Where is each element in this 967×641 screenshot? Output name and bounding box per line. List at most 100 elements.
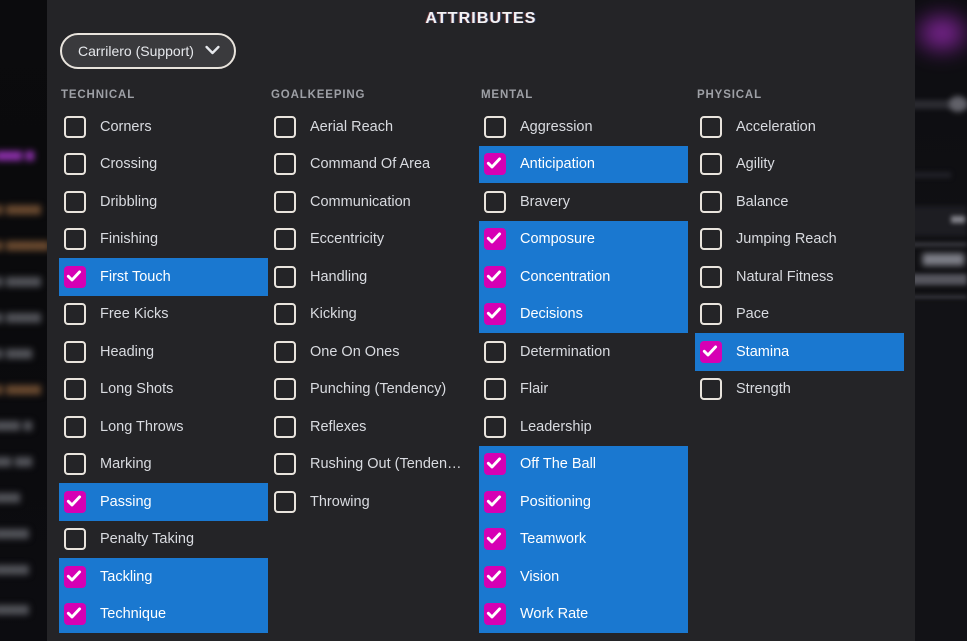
attribute-row[interactable]: Heading (59, 333, 268, 371)
checkbox-unchecked-icon[interactable] (700, 115, 722, 138)
checkbox-unchecked-icon[interactable] (700, 378, 722, 401)
role-dropdown[interactable]: Carrilero (Support) (60, 33, 236, 69)
checkbox-unchecked-icon[interactable] (484, 378, 506, 401)
checkbox-unchecked-icon[interactable] (64, 453, 86, 476)
attribute-row[interactable]: Command Of Area (269, 146, 478, 184)
attribute-row[interactable]: Anticipation (479, 145, 688, 183)
checkbox-unchecked-icon[interactable] (274, 453, 296, 476)
column-header: MENTAL (481, 89, 534, 101)
attribute-row[interactable]: Punching (Tendency) (269, 371, 478, 409)
attribute-row[interactable]: Kicking (269, 296, 478, 334)
background-ghost-bar (915, 300, 967, 641)
attribute-row[interactable]: Jumping Reach (695, 221, 904, 259)
checkbox-checked-icon[interactable] (484, 565, 506, 588)
attribute-row[interactable]: Aerial Reach (269, 108, 478, 146)
attribute-row[interactable]: Tackling (59, 558, 268, 596)
checkbox-checked-icon[interactable] (484, 228, 506, 251)
checkbox-checked-icon[interactable] (700, 340, 722, 363)
attribute-row[interactable]: Passing (59, 483, 268, 521)
checkbox-unchecked-icon[interactable] (64, 340, 86, 363)
checkbox-unchecked-icon[interactable] (274, 115, 296, 138)
checkbox-unchecked-icon[interactable] (64, 190, 86, 213)
checkbox-unchecked-icon[interactable] (274, 303, 296, 326)
checkbox-unchecked-icon[interactable] (64, 528, 86, 551)
attribute-row[interactable]: Composure (479, 220, 688, 258)
checkbox-unchecked-icon[interactable] (274, 153, 296, 176)
attribute-row[interactable]: Technique (59, 595, 268, 633)
attribute-row[interactable]: Corners (59, 108, 268, 146)
attribute-row[interactable]: Teamwork (479, 520, 688, 558)
checkbox-unchecked-icon[interactable] (274, 228, 296, 251)
attribute-row[interactable]: Natural Fitness (695, 258, 904, 296)
attribute-row[interactable]: First Touch (59, 258, 268, 296)
checkbox-unchecked-icon[interactable] (274, 340, 296, 363)
checkbox-checked-icon[interactable] (484, 265, 506, 288)
attribute-row[interactable]: One On Ones (269, 333, 478, 371)
attribute-row[interactable]: Finishing (59, 221, 268, 259)
attribute-row[interactable]: Throwing (269, 483, 478, 521)
checkbox-unchecked-icon[interactable] (64, 228, 86, 251)
attribute-row[interactable]: Decisions (479, 295, 688, 333)
attribute-row[interactable]: Off The Ball (479, 445, 688, 483)
checkbox-checked-icon[interactable] (64, 565, 86, 588)
attribute-row[interactable]: Penalty Taking (59, 521, 268, 559)
checkbox-unchecked-icon[interactable] (484, 115, 506, 138)
checkbox-unchecked-icon[interactable] (64, 115, 86, 138)
checkbox-unchecked-icon[interactable] (700, 228, 722, 251)
attribute-row[interactable]: Rushing Out (Tenden… (269, 446, 478, 484)
checkbox-unchecked-icon[interactable] (700, 265, 722, 288)
attribute-row[interactable]: Leadership (479, 408, 688, 446)
attribute-row[interactable]: Balance (695, 183, 904, 221)
attribute-row[interactable]: Pace (695, 296, 904, 334)
checkbox-checked-icon[interactable] (484, 303, 506, 326)
checkbox-checked-icon[interactable] (64, 265, 86, 288)
checkbox-unchecked-icon[interactable] (700, 190, 722, 213)
attribute-row[interactable]: Free Kicks (59, 296, 268, 334)
attribute-label: Positioning (520, 493, 591, 510)
checkbox-unchecked-icon[interactable] (484, 415, 506, 438)
checkbox-checked-icon[interactable] (484, 490, 506, 513)
attribute-row[interactable]: Marking (59, 446, 268, 484)
checkbox-unchecked-icon[interactable] (64, 415, 86, 438)
attribute-row[interactable]: Aggression (479, 108, 688, 146)
checkbox-unchecked-icon[interactable] (484, 340, 506, 363)
attribute-row[interactable]: Long Throws (59, 408, 268, 446)
attribute-row[interactable]: Concentration (479, 258, 688, 296)
checkbox-unchecked-icon[interactable] (64, 153, 86, 176)
checkbox-unchecked-icon[interactable] (700, 303, 722, 326)
checkbox-checked-icon[interactable] (484, 153, 506, 176)
attribute-row[interactable]: Work Rate (479, 595, 688, 633)
checkbox-unchecked-icon[interactable] (64, 303, 86, 326)
checkbox-checked-icon[interactable] (64, 603, 86, 626)
attribute-row[interactable]: Reflexes (269, 408, 478, 446)
attribute-row[interactable]: Determination (479, 333, 688, 371)
checkbox-unchecked-icon[interactable] (484, 190, 506, 213)
attribute-row[interactable]: Strength (695, 371, 904, 409)
checkbox-unchecked-icon[interactable] (274, 490, 296, 513)
attribute-row[interactable]: Handling (269, 258, 478, 296)
attribute-row[interactable]: Agility (695, 146, 904, 184)
checkbox-unchecked-icon[interactable] (274, 265, 296, 288)
checkbox-unchecked-icon[interactable] (64, 378, 86, 401)
checkbox-unchecked-icon[interactable] (274, 415, 296, 438)
checkbox-checked-icon[interactable] (64, 490, 86, 513)
attribute-row[interactable]: Acceleration (695, 108, 904, 146)
attribute-row[interactable]: Stamina (695, 333, 904, 371)
attribute-row[interactable]: Eccentricity (269, 221, 478, 259)
checkbox-unchecked-icon[interactable] (274, 190, 296, 213)
checkbox-checked-icon[interactable] (484, 528, 506, 551)
attribute-row[interactable]: Communication (269, 183, 478, 221)
attribute-row[interactable]: Positioning (479, 483, 688, 521)
checkbox-unchecked-icon[interactable] (700, 153, 722, 176)
attribute-row[interactable]: Dribbling (59, 183, 268, 221)
attribute-row[interactable]: Flair (479, 371, 688, 409)
attribute-row[interactable]: Long Shots (59, 371, 268, 409)
checkbox-unchecked-icon[interactable] (274, 378, 296, 401)
attribute-row[interactable]: Vision (479, 558, 688, 596)
attribute-row[interactable]: Crossing (59, 146, 268, 184)
attribute-row[interactable]: Bravery (479, 183, 688, 221)
checkbox-checked-icon[interactable] (484, 453, 506, 476)
column-header: TECHNICAL (61, 89, 136, 101)
attribute-label: Punching (Tendency) (310, 381, 447, 398)
checkbox-checked-icon[interactable] (484, 603, 506, 626)
